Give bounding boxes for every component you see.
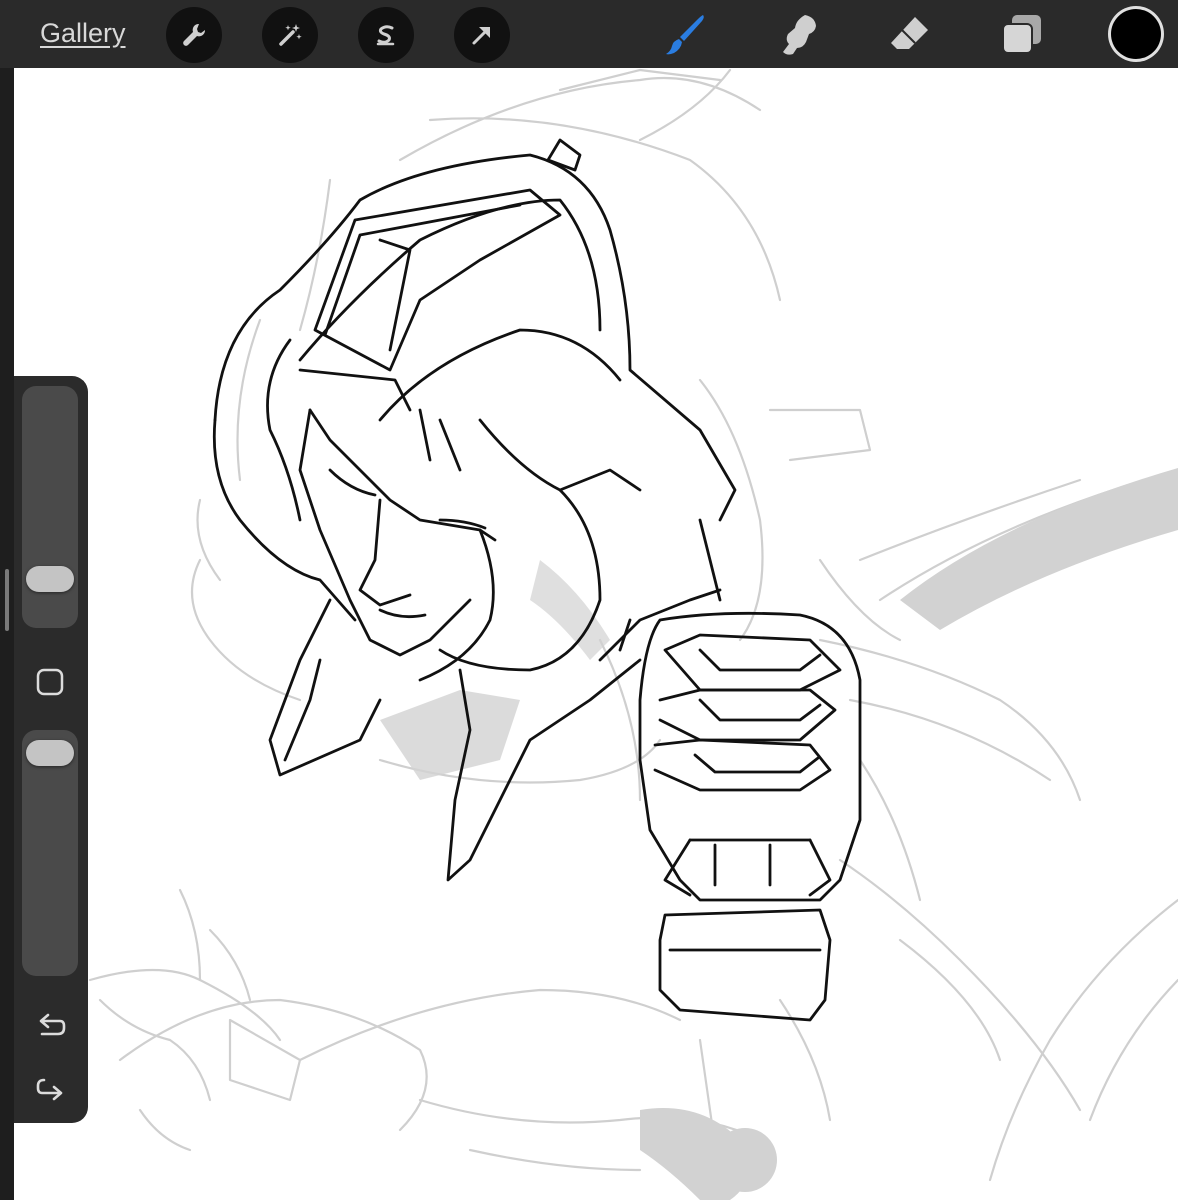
layers-tool[interactable] xyxy=(996,10,1048,60)
sidebar-position-handle[interactable] xyxy=(5,569,9,631)
brush-size-slider[interactable] xyxy=(22,386,78,628)
square-modify-icon[interactable] xyxy=(34,666,66,698)
wrench-icon xyxy=(183,23,206,46)
brush-size-thumb[interactable] xyxy=(26,566,74,592)
transform-button[interactable] xyxy=(454,7,510,63)
brush-icon xyxy=(666,15,704,55)
opacity-thumb[interactable] xyxy=(26,740,74,766)
smudge-icon xyxy=(783,15,816,55)
brush-tool[interactable] xyxy=(660,10,712,60)
opacity-slider[interactable] xyxy=(22,730,78,976)
adjustments-button[interactable] xyxy=(262,7,318,63)
sketch-drawing xyxy=(88,68,1178,1200)
eraser-icon xyxy=(891,17,928,49)
redo-arrow-icon[interactable] xyxy=(34,1070,68,1104)
actions-button[interactable] xyxy=(166,7,222,63)
layers-icon xyxy=(1002,15,1041,54)
side-toolbar xyxy=(14,376,88,1123)
selection-button[interactable] xyxy=(358,7,414,63)
transform-arrow-icon xyxy=(472,27,490,45)
smudge-tool[interactable] xyxy=(772,10,824,60)
selection-s-icon xyxy=(376,25,395,46)
eraser-tool[interactable] xyxy=(884,10,936,60)
color-picker-button[interactable] xyxy=(1111,9,1161,59)
drawing-canvas[interactable] xyxy=(14,68,1178,1200)
top-toolbar: Gallery xyxy=(0,0,1178,68)
undo-arrow-icon[interactable] xyxy=(34,1010,68,1044)
gallery-button[interactable]: Gallery xyxy=(40,18,126,49)
magic-wand-icon xyxy=(279,24,302,46)
